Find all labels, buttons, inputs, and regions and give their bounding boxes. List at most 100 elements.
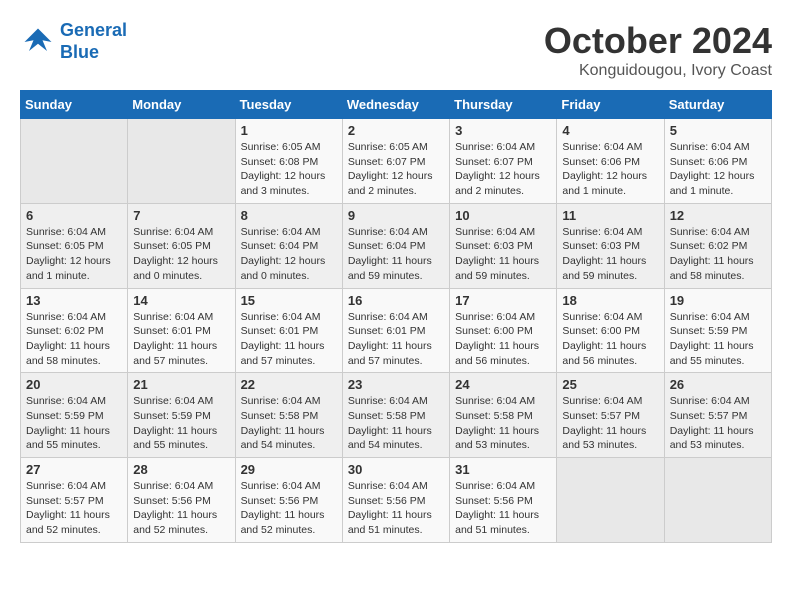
day-number: 8 [241,208,337,223]
month-title: October 2024 [544,20,772,62]
day-number: 23 [348,377,444,392]
weekday-header-row: SundayMondayTuesdayWednesdayThursdayFrid… [21,91,772,119]
day-number: 16 [348,293,444,308]
calendar-cell: 7 Sunrise: 6:04 AMSunset: 6:05 PMDaylight… [128,203,235,288]
calendar-week-3: 13 Sunrise: 6:04 AMSunset: 6:02 PMDayligh… [21,288,772,373]
calendar-cell: 8 Sunrise: 6:04 AMSunset: 6:04 PMDaylight… [235,203,342,288]
day-number: 29 [241,462,337,477]
calendar-cell: 31 Sunrise: 6:04 AMSunset: 5:56 PMDayligh… [450,458,557,543]
calendar-week-5: 27 Sunrise: 6:04 AMSunset: 5:57 PMDayligh… [21,458,772,543]
calendar-cell: 10Sunrise: 6:04 AMSunset: 6:03 PMDayligh… [450,203,557,288]
day-number: 2 [348,123,444,138]
calendar-cell: 11Sunrise: 6:04 AMSunset: 6:03 PMDayligh… [557,203,664,288]
day-number: 31 [455,462,551,477]
day-info: Sunrise: 6:04 AMSunset: 6:06 PMDaylight:… [562,140,658,199]
calendar-cell: 14 Sunrise: 6:04 AMSunset: 6:01 PMDayligh… [128,288,235,373]
day-info: Sunrise: 6:04 AMSunset: 5:57 PMDaylight:… [670,394,766,453]
day-number: 4 [562,123,658,138]
day-number: 25 [562,377,658,392]
day-info: Sunrise: 6:04 AMSunset: 6:03 PMDaylight:… [562,225,658,284]
calendar-cell [128,119,235,204]
weekday-header-thursday: Thursday [450,91,557,119]
day-number: 6 [26,208,122,223]
day-number: 14 [133,293,229,308]
calendar-cell: 22Sunrise: 6:04 AMSunset: 5:58 PMDayligh… [235,373,342,458]
day-number: 1 [241,123,337,138]
day-number: 26 [670,377,766,392]
day-info: Sunrise: 6:04 AMSunset: 5:56 PMDaylight:… [348,479,444,538]
calendar-cell: 12Sunrise: 6:04 AMSunset: 6:02 PMDayligh… [664,203,771,288]
calendar-cell: 16Sunrise: 6:04 AMSunset: 6:01 PMDayligh… [342,288,449,373]
day-info: Sunrise: 6:04 AMSunset: 6:05 PMDaylight:… [26,225,122,284]
weekday-header-monday: Monday [128,91,235,119]
day-number: 19 [670,293,766,308]
day-info: Sunrise: 6:04 AMSunset: 6:07 PMDaylight:… [455,140,551,199]
day-info: Sunrise: 6:04 AMSunset: 5:57 PMDaylight:… [26,479,122,538]
day-number: 28 [133,462,229,477]
day-info: Sunrise: 6:04 AMSunset: 5:56 PMDaylight:… [133,479,229,538]
day-info: Sunrise: 6:04 AMSunset: 6:02 PMDaylight:… [26,310,122,369]
day-info: Sunrise: 6:04 AMSunset: 5:56 PMDaylight:… [455,479,551,538]
day-info: Sunrise: 6:05 AMSunset: 6:08 PMDaylight:… [241,140,337,199]
calendar-cell: 25 Sunrise: 6:04 AMSunset: 5:57 PMDayligh… [557,373,664,458]
day-number: 15 [241,293,337,308]
calendar-cell: 5 Sunrise: 6:04 AMSunset: 6:06 PMDaylight… [664,119,771,204]
day-number: 22 [241,377,337,392]
day-info: Sunrise: 6:04 AMSunset: 5:58 PMDaylight:… [455,394,551,453]
logo: General Blue [20,20,127,63]
day-number: 27 [26,462,122,477]
weekday-header-friday: Friday [557,91,664,119]
logo-text: General Blue [60,20,127,63]
calendar-cell: 29 Sunrise: 6:04 AMSunset: 5:56 PMDayligh… [235,458,342,543]
calendar-cell: 19 Sunrise: 6:04 AMSunset: 5:59 PMDayligh… [664,288,771,373]
day-info: Sunrise: 6:04 AMSunset: 5:59 PMDaylight:… [133,394,229,453]
calendar-table: SundayMondayTuesdayWednesdayThursdayFrid… [20,90,772,543]
weekday-header-saturday: Saturday [664,91,771,119]
day-number: 13 [26,293,122,308]
day-number: 7 [133,208,229,223]
day-info: Sunrise: 6:04 AMSunset: 5:59 PMDaylight:… [26,394,122,453]
logo-line1: General [60,20,127,40]
day-number: 20 [26,377,122,392]
logo-line2: Blue [60,42,99,62]
day-info: Sunrise: 6:05 AMSunset: 6:07 PMDaylight:… [348,140,444,199]
day-number: 24 [455,377,551,392]
calendar-cell: 27 Sunrise: 6:04 AMSunset: 5:57 PMDayligh… [21,458,128,543]
weekday-header-wednesday: Wednesday [342,91,449,119]
calendar-cell: 30 Sunrise: 6:04 AMSunset: 5:56 PMDayligh… [342,458,449,543]
day-info: Sunrise: 6:04 AMSunset: 6:02 PMDaylight:… [670,225,766,284]
day-number: 30 [348,462,444,477]
calendar-week-2: 6 Sunrise: 6:04 AMSunset: 6:05 PMDaylight… [21,203,772,288]
day-info: Sunrise: 6:04 AMSunset: 6:01 PMDaylight:… [133,310,229,369]
day-info: Sunrise: 6:04 AMSunset: 6:05 PMDaylight:… [133,225,229,284]
day-info: Sunrise: 6:04 AMSunset: 5:56 PMDaylight:… [241,479,337,538]
page-header: General Blue October 2024 Konguidougou, … [20,20,772,80]
calendar-cell [21,119,128,204]
calendar-cell: 26 Sunrise: 6:04 AMSunset: 5:57 PMDayligh… [664,373,771,458]
calendar-cell: 4 Sunrise: 6:04 AMSunset: 6:06 PMDaylight… [557,119,664,204]
calendar-cell: 20 Sunrise: 6:04 AMSunset: 5:59 PMDayligh… [21,373,128,458]
calendar-cell: 2 Sunrise: 6:05 AMSunset: 6:07 PMDaylight… [342,119,449,204]
day-number: 5 [670,123,766,138]
day-info: Sunrise: 6:04 AMSunset: 6:03 PMDaylight:… [455,225,551,284]
calendar-cell: 28 Sunrise: 6:04 AMSunset: 5:56 PMDayligh… [128,458,235,543]
day-info: Sunrise: 6:04 AMSunset: 6:06 PMDaylight:… [670,140,766,199]
calendar-cell: 9 Sunrise: 6:04 AMSunset: 6:04 PMDaylight… [342,203,449,288]
day-info: Sunrise: 6:04 AMSunset: 6:04 PMDaylight:… [348,225,444,284]
day-number: 3 [455,123,551,138]
day-info: Sunrise: 6:04 AMSunset: 6:00 PMDaylight:… [562,310,658,369]
day-info: Sunrise: 6:04 AMSunset: 5:57 PMDaylight:… [562,394,658,453]
day-info: Sunrise: 6:04 AMSunset: 6:04 PMDaylight:… [241,225,337,284]
location-title: Konguidougou, Ivory Coast [544,62,772,80]
calendar-cell [557,458,664,543]
day-info: Sunrise: 6:04 AMSunset: 6:00 PMDaylight:… [455,310,551,369]
day-number: 9 [348,208,444,223]
calendar-cell: 24 Sunrise: 6:04 AMSunset: 5:58 PMDayligh… [450,373,557,458]
calendar-cell: 18Sunrise: 6:04 AMSunset: 6:00 PMDayligh… [557,288,664,373]
calendar-cell [664,458,771,543]
calendar-cell: 1 Sunrise: 6:05 AMSunset: 6:08 PMDaylight… [235,119,342,204]
weekday-header-sunday: Sunday [21,91,128,119]
calendar-cell: 6 Sunrise: 6:04 AMSunset: 6:05 PMDaylight… [21,203,128,288]
day-info: Sunrise: 6:04 AMSunset: 5:59 PMDaylight:… [670,310,766,369]
calendar-week-4: 20 Sunrise: 6:04 AMSunset: 5:59 PMDayligh… [21,373,772,458]
